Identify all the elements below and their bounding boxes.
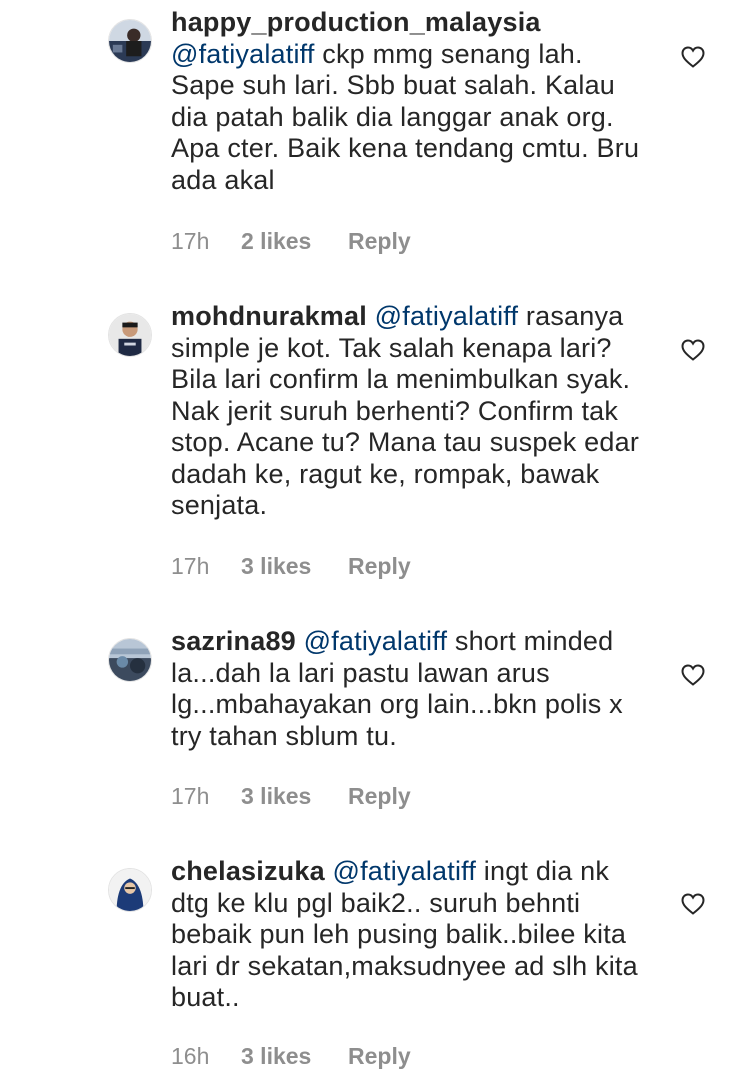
like-button[interactable] xyxy=(681,46,705,68)
comment-username[interactable]: chelasizuka xyxy=(171,856,325,886)
heart-outline-icon xyxy=(681,893,705,915)
comment-likes[interactable]: 2 likes xyxy=(241,228,348,255)
comment-meta: 17h 2 likes Reply xyxy=(171,228,411,255)
comment-time: 17h xyxy=(171,228,210,254)
comment-time: 16h xyxy=(171,1043,210,1069)
reply-button[interactable]: Reply xyxy=(348,783,411,810)
comment-meta: 17h 3 likes Reply xyxy=(171,553,411,580)
comment-mention[interactable]: @fatiyalatiff xyxy=(171,39,315,69)
reply-button[interactable]: Reply xyxy=(348,553,411,580)
avatar[interactable] xyxy=(108,313,152,357)
avatar[interactable] xyxy=(108,638,152,682)
comment-mention[interactable]: @fatiyalatiff xyxy=(333,856,477,886)
comment-time: 17h xyxy=(171,783,210,809)
heart-outline-icon xyxy=(681,46,705,68)
comment-text: sazrina89 @fatiyalatiff short minded la.… xyxy=(171,626,651,752)
heart-outline-icon xyxy=(681,664,705,686)
comment-mention[interactable]: @fatiyalatiff xyxy=(375,301,519,331)
comment-meta: 17h 3 likes Reply xyxy=(171,783,411,810)
comment-username[interactable]: sazrina89 xyxy=(171,626,296,656)
comment-username[interactable]: happy_production_malaysia xyxy=(171,7,541,37)
comment-likes[interactable]: 3 likes xyxy=(241,783,348,810)
comment-text: happy_production_malaysia @fatiyalatiff c… xyxy=(171,7,651,196)
avatar[interactable] xyxy=(108,19,152,63)
like-button[interactable] xyxy=(681,339,705,361)
comment-likes[interactable]: 3 likes xyxy=(241,1043,348,1070)
avatar[interactable] xyxy=(108,868,152,912)
comment-text: chelasizuka @fatiyalatiff ingt dia nk dt… xyxy=(171,856,651,1014)
like-button[interactable] xyxy=(681,664,705,686)
comment-meta: 16h 3 likes Reply xyxy=(171,1043,411,1070)
heart-outline-icon xyxy=(681,339,705,361)
reply-button[interactable]: Reply xyxy=(348,228,411,255)
comment-text: mohdnurakmal @fatiyalatiff rasanya simpl… xyxy=(171,301,651,522)
comment-username[interactable]: mohdnurakmal xyxy=(171,301,367,331)
comment-likes[interactable]: 3 likes xyxy=(241,553,348,580)
reply-button[interactable]: Reply xyxy=(348,1043,411,1070)
comment-time: 17h xyxy=(171,553,210,579)
comment-message: rasanya simple je kot. Tak salah kenapa … xyxy=(171,301,640,520)
comment-mention[interactable]: @fatiyalatiff xyxy=(304,626,448,656)
like-button[interactable] xyxy=(681,893,705,915)
